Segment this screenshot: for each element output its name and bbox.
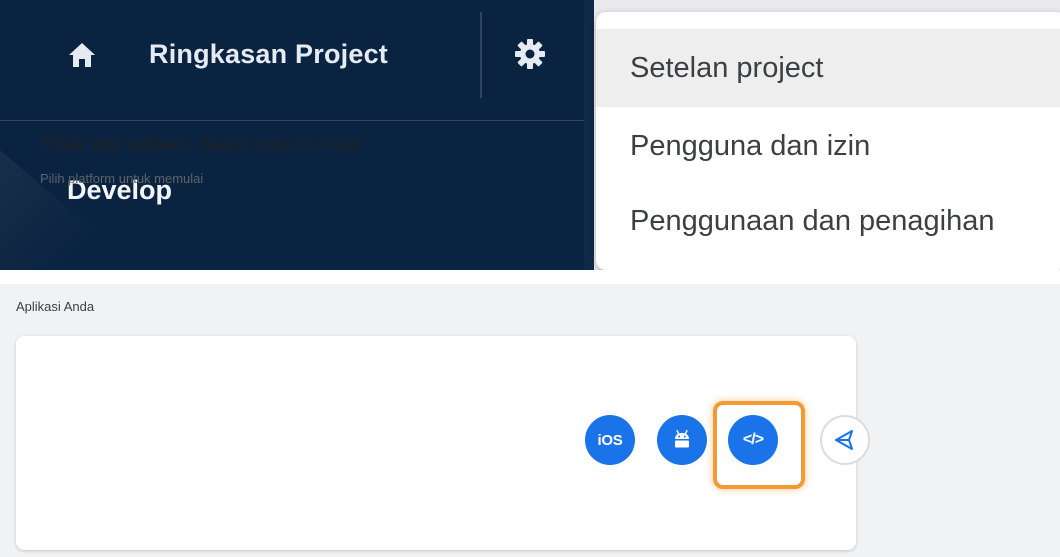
add-ios-app-button[interactable]: iOS (585, 415, 635, 465)
unity-icon (835, 430, 853, 450)
menu-item-users-permissions[interactable]: Pengguna dan izin (596, 107, 1060, 185)
apps-section-label: Aplikasi Anda (16, 299, 95, 314)
menu-item-usage-billing[interactable]: Penggunaan dan penagihan (596, 182, 1060, 260)
add-android-app-button[interactable] (657, 415, 707, 465)
android-icon (675, 429, 689, 448)
home-icon[interactable] (67, 41, 97, 69)
sidebar-header: Ringkasan Project (0, 0, 584, 121)
gear-icon[interactable] (512, 36, 548, 72)
apps-region: Aplikasi Anda (0, 284, 1060, 557)
sidebar-edge (584, 0, 594, 270)
settings-dropdown-menu: Setelan project Pengguna dan izin Penggu… (596, 12, 1060, 270)
menu-item-project-settings[interactable]: Setelan project (596, 29, 1060, 107)
project-overview-link[interactable]: Ringkasan Project (149, 36, 388, 72)
ios-label: iOS (597, 431, 623, 449)
web-button-highlight (713, 401, 805, 489)
empty-apps-title: Tidak ada aplikasi dalam project Anda (40, 134, 360, 155)
sidebar-decoration (0, 150, 140, 270)
add-unity-app-button[interactable] (820, 415, 870, 465)
empty-apps-subtitle: Pilih platform untuk memulai (40, 171, 204, 186)
header-divider (480, 12, 482, 98)
